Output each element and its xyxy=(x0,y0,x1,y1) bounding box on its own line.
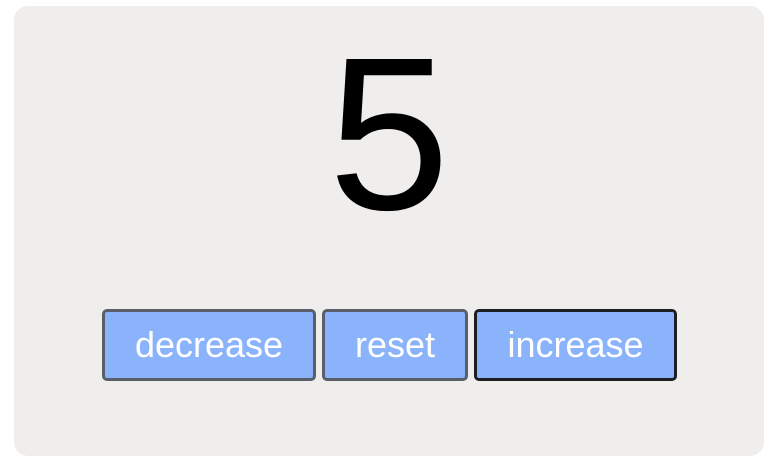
counter-card: 5 decrease reset increase xyxy=(14,6,764,456)
reset-button[interactable]: reset xyxy=(322,309,468,381)
counter-controls: decrease reset increase xyxy=(102,309,678,387)
decrease-button[interactable]: decrease xyxy=(102,309,316,381)
counter-value: 5 xyxy=(328,13,450,256)
increase-button[interactable]: increase xyxy=(474,309,677,381)
